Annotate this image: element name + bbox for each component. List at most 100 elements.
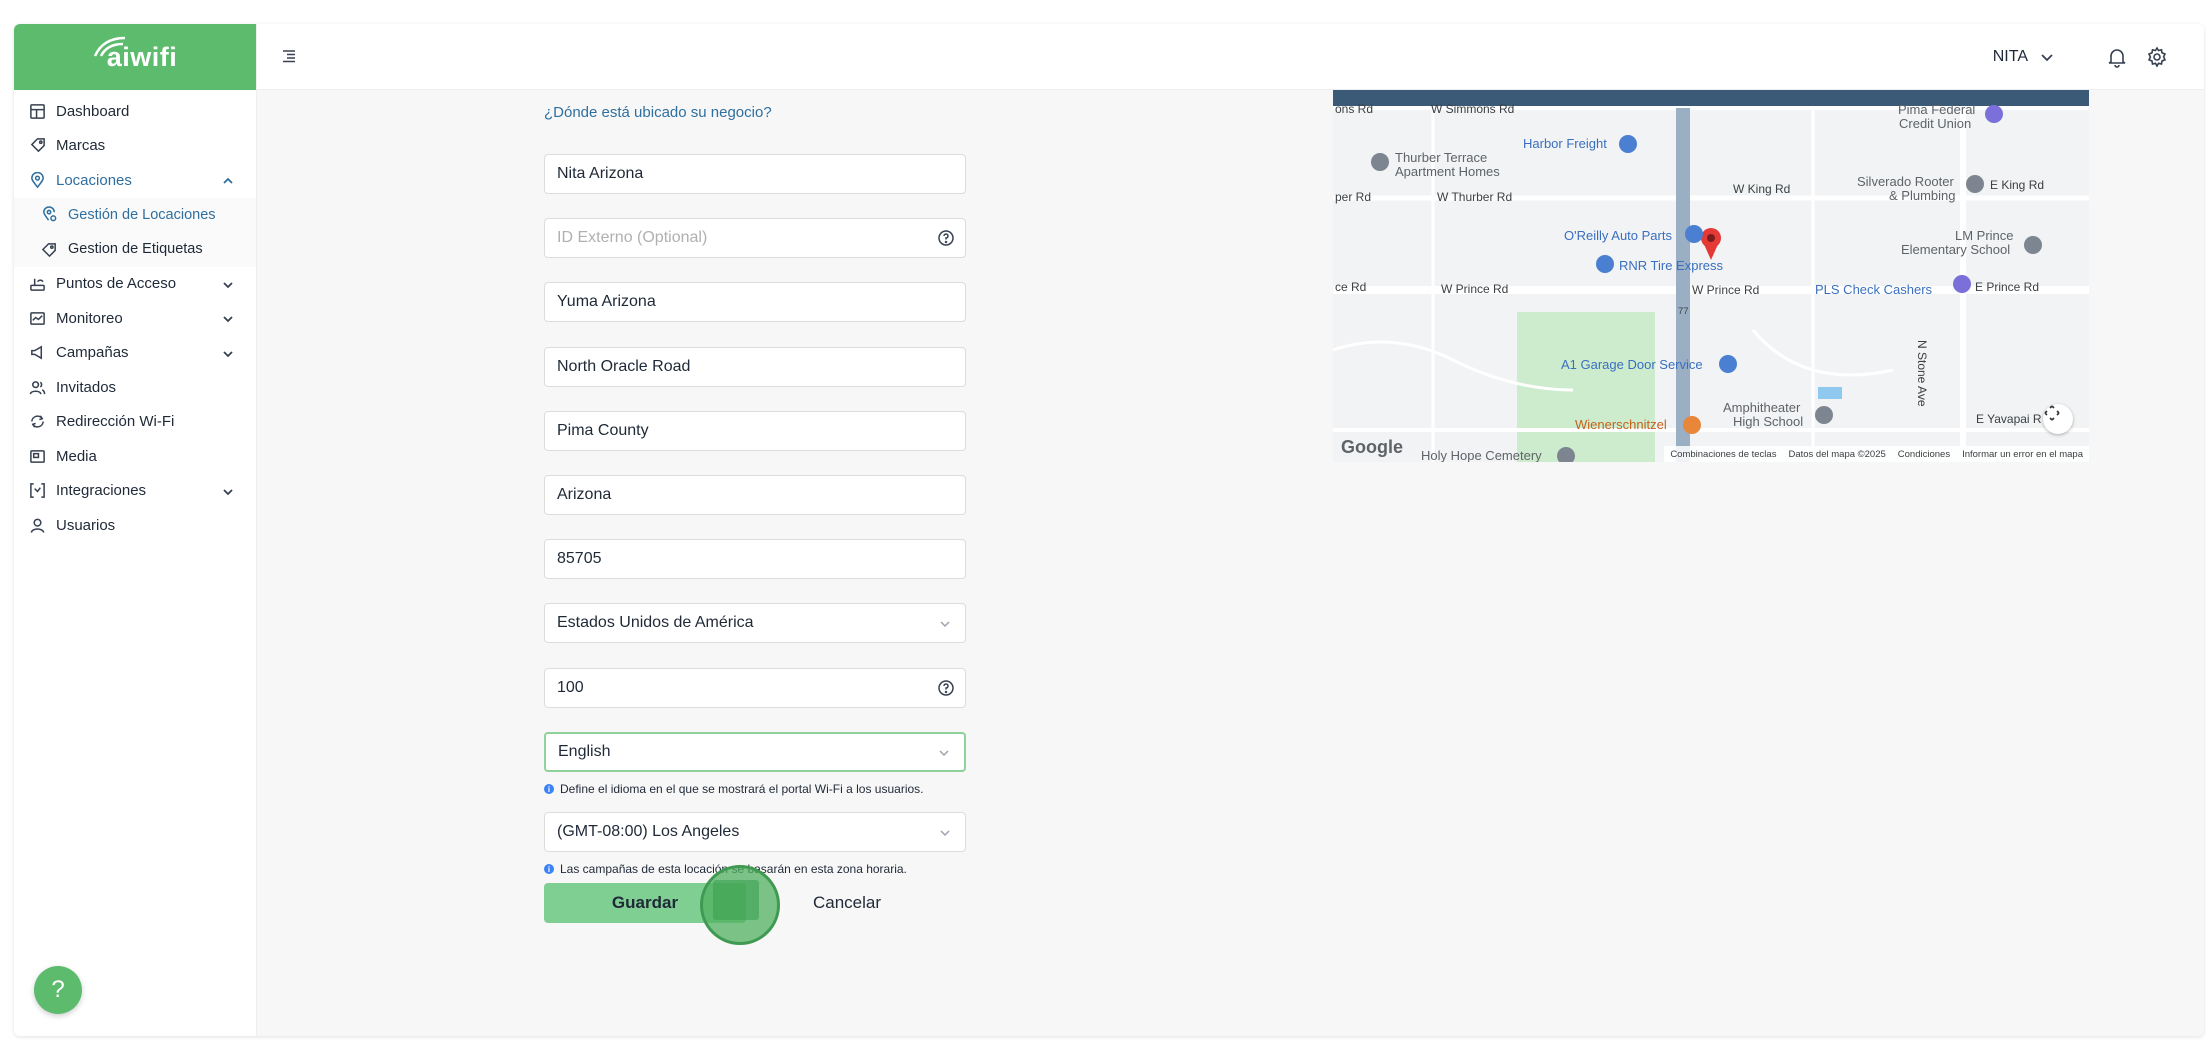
sidebar-item-marcas[interactable]: Marcas: [14, 129, 256, 164]
map-label: Apartment Homes: [1395, 164, 1500, 179]
map-label: N Stone Ave: [1915, 340, 1929, 407]
city-input[interactable]: Yuma Arizona: [544, 282, 966, 322]
map-label: E King Rd: [1990, 178, 2045, 192]
map-label: E Yavapai R: [1976, 412, 2042, 426]
sidebar-item-puntos-de-acceso[interactable]: Puntos de Acceso: [14, 267, 256, 302]
sidebar-item-label: Dashboard: [56, 102, 130, 120]
radius-input[interactable]: 100: [544, 668, 966, 708]
help-button[interactable]: ?: [34, 966, 82, 1014]
external-id-placeholder: ID Externo (Optional): [557, 229, 708, 246]
map-label: PLS Check Cashers: [1815, 282, 1933, 297]
map-label: ce Rd: [1335, 280, 1367, 294]
wifi-arc-icon: [93, 36, 125, 57]
sidebar-item-label: Invitados: [56, 378, 117, 396]
map-label: O'Reilly Auto Parts: [1564, 228, 1672, 243]
integrations-icon: [28, 482, 46, 500]
map-label: Silverado Rooter: [1857, 174, 1954, 189]
monitor-icon: [28, 309, 46, 327]
map-label: E Prince Rd: [1975, 280, 2040, 294]
map-label: Elementary School: [1901, 242, 2011, 257]
tag-icon: [28, 137, 46, 155]
menu-icon[interactable]: [281, 48, 297, 64]
sidebar-item-invitados[interactable]: Invitados: [14, 370, 256, 405]
map-label: Amphitheater: [1723, 400, 1801, 415]
county-input[interactable]: Pima County: [544, 411, 966, 451]
sidebar-item-usuarios[interactable]: Usuarios: [14, 508, 256, 543]
map-label: 77: [1678, 306, 1689, 317]
location-name-input[interactable]: Nita Arizona: [544, 154, 966, 194]
map-label: W King Rd: [1733, 182, 1791, 196]
map-footer-link[interactable]: Condiciones: [1898, 449, 1950, 460]
sidebar-item-redireccion-wifi[interactable]: Redirección Wi-Fi: [14, 405, 256, 440]
bell-icon[interactable]: [2106, 46, 2128, 68]
map-label: High School: [1733, 414, 1804, 429]
sidebar-item-gestion-locaciones[interactable]: Gestión de Locaciones: [14, 198, 256, 233]
state-input[interactable]: Arizona: [544, 475, 966, 515]
sidebar-item-media[interactable]: Media: [14, 439, 256, 474]
map-label: W Simmons Rd: [1431, 102, 1515, 116]
user-menu[interactable]: NITA: [1993, 48, 2028, 66]
chevron-down-icon: [222, 278, 234, 290]
map-footer: Combinaciones de teclas Datos del mapa ©…: [1664, 446, 2089, 462]
sidebar-item-label: Puntos de Acceso: [56, 275, 177, 293]
click-indicator: [700, 865, 780, 945]
cancel-button[interactable]: Cancelar: [797, 883, 897, 923]
map-label: LM Prince: [1955, 228, 2014, 243]
map-label: W Thurber Rd: [1437, 190, 1513, 204]
country-value: Estados Unidos de América: [557, 614, 754, 631]
label-icon: [40, 240, 58, 258]
megaphone-icon: [28, 344, 46, 362]
map-label: Holy Hope Cemetery: [1421, 448, 1542, 462]
info-icon: i: [544, 784, 554, 794]
map-label: W Prince Rd: [1692, 283, 1760, 297]
dashboard-icon: [28, 102, 46, 120]
sidebar-item-label: Gestion de Etiquetas: [68, 241, 203, 258]
section-title: ¿Dónde está ubicado su negocio?: [544, 104, 772, 121]
address-input[interactable]: North Oracle Road: [544, 347, 966, 387]
info-icon: i: [544, 864, 554, 874]
map-label: Thurber Terrace: [1395, 150, 1488, 165]
location-settings-icon: [40, 206, 58, 224]
brand-logo[interactable]: aiwifi: [14, 24, 256, 90]
language-select[interactable]: English: [544, 732, 966, 772]
sidebar-item-label: Monitoreo: [56, 309, 123, 327]
map-label: & Plumbing: [1889, 188, 1956, 203]
map-footer-link[interactable]: Combinaciones de teclas: [1670, 449, 1776, 460]
map-label: Wienerschnitzel: [1575, 417, 1667, 432]
gear-icon[interactable]: [2146, 46, 2168, 68]
main-content: ¿Dónde está ubicado su negocio? Nita Ari…: [257, 90, 2204, 1036]
sidebar-item-locaciones[interactable]: Locaciones: [14, 163, 256, 198]
map-footer-text: Datos del mapa ©2025: [1788, 448, 1886, 460]
sidebar-item-dashboard[interactable]: Dashboard: [14, 94, 256, 129]
map-label: RNR Tire Express: [1619, 258, 1724, 273]
help-circle-icon[interactable]: [937, 679, 955, 697]
sidebar-item-campanas[interactable]: Campañas: [14, 336, 256, 371]
chevron-up-icon: [222, 174, 234, 186]
timezone-select[interactable]: (GMT-08:00) Los Angeles: [544, 812, 966, 852]
chevron-down-icon: [938, 746, 950, 758]
chevron-down-icon: [939, 826, 951, 838]
sidebar-item-label: Usuarios: [56, 516, 116, 534]
country-select[interactable]: Estados Unidos de América: [544, 603, 966, 643]
help-circle-icon[interactable]: [937, 229, 955, 247]
location-map[interactable]: ons Rd W Simmons Rd Harbor Freight Pima …: [1333, 90, 2089, 462]
external-id-input[interactable]: ID Externo (Optional): [544, 218, 966, 258]
fullscreen-icon[interactable]: [2043, 404, 2073, 434]
map-label: Harbor Freight: [1523, 136, 1607, 151]
map-label: W Prince Rd: [1441, 282, 1509, 296]
sidebar: aiwifi Dashboard Marcas Locaciones Gesti…: [14, 24, 257, 1036]
google-logo: Google: [1341, 437, 1403, 457]
sidebar-item-gestion-etiquetas[interactable]: Gestion de Etiquetas: [14, 232, 256, 267]
map-footer-link[interactable]: Informar un error en el mapa: [1962, 449, 2083, 460]
chevron-down-icon[interactable]: [2040, 50, 2054, 64]
location-pin-icon: [28, 171, 46, 189]
locaciones-submenu: Gestión de Locaciones Gestion de Etiquet…: [14, 197, 256, 267]
top-header: NITA: [257, 24, 2204, 90]
sidebar-item-label: Gestión de Locaciones: [68, 206, 216, 223]
sidebar-item-integraciones[interactable]: Integraciones: [14, 474, 256, 509]
sidebar-item-monitoreo[interactable]: Monitoreo: [14, 301, 256, 336]
sidebar-nav: Dashboard Marcas Locaciones Gestión de L…: [14, 90, 256, 543]
zip-input[interactable]: 85705: [544, 539, 966, 579]
map-roads: [1333, 90, 2089, 462]
chevron-down-icon: [222, 312, 234, 324]
